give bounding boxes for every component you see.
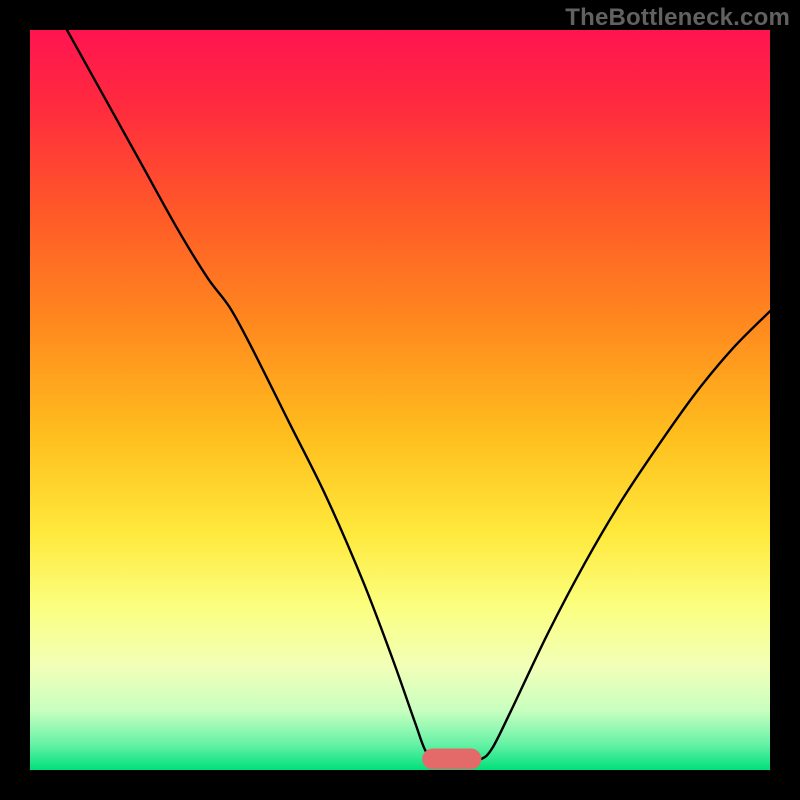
gradient-background (30, 30, 770, 770)
optimal-marker (422, 749, 481, 770)
bottleneck-chart (30, 30, 770, 770)
chart-frame: TheBottleneck.com (0, 0, 800, 800)
plot-area (30, 30, 770, 770)
watermark-text: TheBottleneck.com (565, 4, 790, 32)
